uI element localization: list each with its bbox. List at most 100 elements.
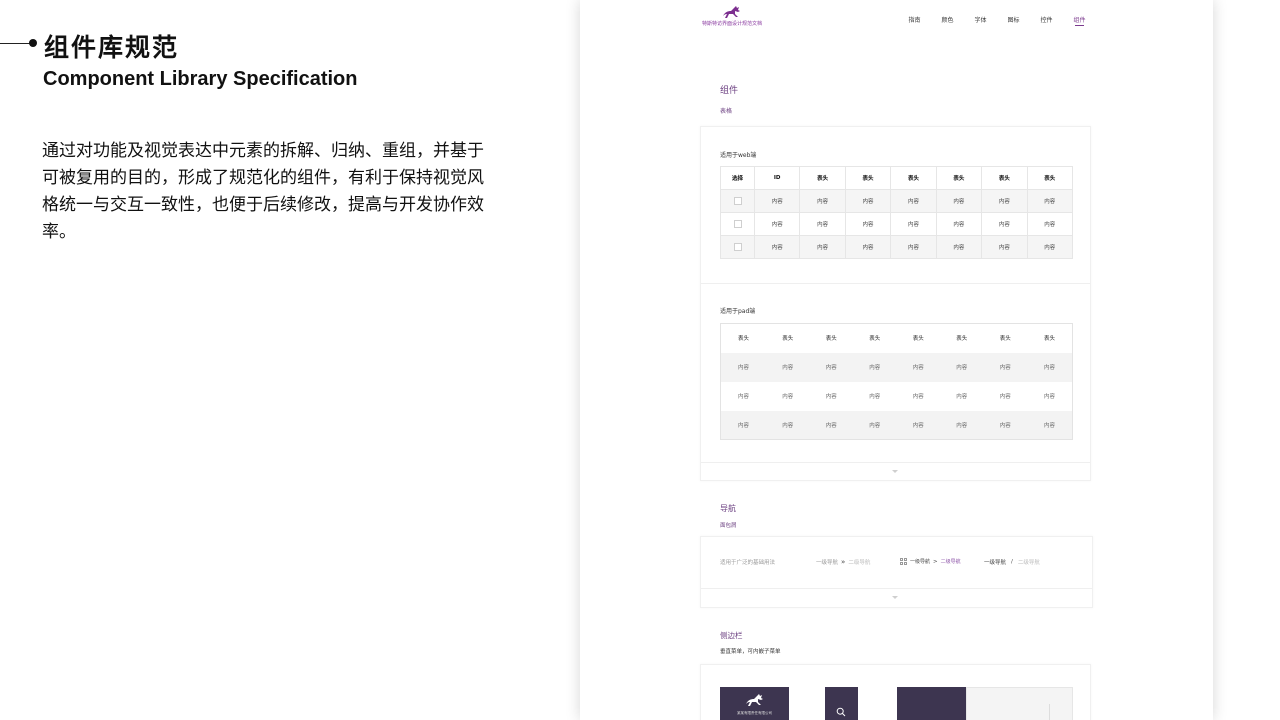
table-cell: 内容 [890, 189, 937, 213]
search-icon[interactable] [836, 707, 846, 717]
table-cell: 内容 [890, 212, 937, 236]
title-bullet [29, 39, 37, 47]
table-cell: 内容 [1043, 394, 1055, 400]
table-cell: 内容 [852, 410, 897, 440]
table-cell: 内容 [844, 235, 892, 259]
sidebar-section-title: 侧边栏 [720, 631, 743, 640]
web-header: 表头 [844, 166, 892, 190]
table-cell: 内容 [720, 352, 766, 382]
table-cell: 内容 [890, 235, 937, 259]
expand-chevron-icon[interactable] [892, 596, 898, 599]
table-row[interactable]: 内容 内容 内容 内容 内容 内容 内容 [720, 235, 1074, 259]
table-cell: 内容 [999, 394, 1011, 400]
crumb-level1[interactable]: 一级导航 [984, 558, 1006, 566]
nav-item-icon[interactable]: 图标 [997, 15, 1030, 24]
crumb-sep-gt: > [933, 558, 938, 565]
table-row[interactable]: 内容 内容 内容 内容 内容 内容 内容 内容 [720, 410, 1073, 440]
nav-item-guide[interactable]: 指南 [898, 15, 931, 24]
table-cell: 内容 [896, 352, 940, 382]
nav-item-color[interactable]: 颜色 [931, 15, 964, 24]
web-header-select: 选择 [720, 166, 755, 190]
sidebar-logo-text: 某某有限责任有限公司 [737, 711, 772, 715]
web-table-label: 适用于web端 [720, 152, 757, 159]
table-cell: 内容 [852, 352, 897, 382]
table-cell: 内容 [809, 352, 853, 382]
sidebar-section-desc: 垂直菜单，可内嵌子菜单 [720, 649, 781, 655]
nav-section-title: 导航 [720, 504, 736, 513]
horse-logo-icon [723, 6, 740, 18]
table-cell: 内容 [869, 394, 881, 400]
table-cell: 内容 [939, 410, 984, 440]
sidebar-preview-collapsed [825, 687, 858, 720]
table-cell: 内容 [765, 410, 810, 440]
nav-item-control[interactable]: 控件 [1030, 15, 1063, 24]
crumb-level2[interactable]: 二级导航 [848, 558, 870, 566]
table-footer-divider [701, 462, 1090, 463]
table-cell: 内容 [799, 212, 846, 236]
pad-table-label: 适用于pad端 [720, 308, 756, 315]
pad-header: 表头 [737, 336, 749, 343]
table-cell: 内容 [809, 410, 853, 440]
sidebar-preview-menu [897, 687, 966, 720]
table-cell: 内容 [1026, 410, 1073, 440]
web-header: 表头 [981, 166, 1028, 190]
pad-header: 表头 [999, 336, 1011, 343]
title-rule [0, 43, 30, 44]
breadcrumb-style-3: 一级导航 / 二级导航 [984, 558, 1040, 566]
table-cell: 内容 [983, 410, 1027, 440]
table-cell: 内容 [935, 189, 983, 213]
table-cell: 内容 [981, 235, 1028, 259]
table-row[interactable]: 内容 内容 内容 内容 内容 内容 内容 [720, 189, 1074, 213]
crumb-level2[interactable]: 二级导航 [1018, 558, 1040, 566]
submenu-divider [1049, 704, 1050, 720]
table-cell: 内容 [981, 189, 1028, 213]
crumb-level1[interactable]: 一级导航 [910, 558, 930, 565]
expand-chevron-icon[interactable] [892, 470, 898, 473]
table-cell: 内容 [782, 394, 794, 400]
sidebar-preview-submenu [966, 687, 1073, 720]
pad-header: 表头 [825, 336, 837, 343]
web-header: 表头 [935, 166, 983, 190]
breadcrumb-divider [701, 588, 1092, 589]
row-checkbox[interactable] [733, 220, 742, 228]
table-row[interactable]: 内容 内容 内容 内容 内容 内容 内容 [720, 212, 1074, 236]
web-header: 表头 [799, 166, 846, 190]
table-cell: 内容 [935, 212, 983, 236]
table-cell: 内容 [1026, 352, 1073, 382]
nav-item-font[interactable]: 字体 [964, 15, 997, 24]
mock-page: 特斯特访界面设计规范文档 指南 颜色 字体 图标 控件 组件 组件 表格 适用于… [580, 0, 1213, 720]
table-cell: 内容 [753, 189, 801, 213]
table-cell: 内容 [939, 352, 984, 382]
nav-item-component[interactable]: 组件 [1063, 15, 1096, 26]
web-header: 表头 [1026, 166, 1074, 190]
table-cell: 内容 [912, 394, 924, 400]
table-cell: 内容 [753, 212, 801, 236]
table-cell: 内容 [981, 212, 1028, 236]
table-cell: 内容 [844, 212, 892, 236]
row-checkbox[interactable] [733, 243, 742, 251]
page-description: 通过对功能及视觉表达中元素的拆解、归纳、重组，并基于可被复用的目的，形成了规范化… [42, 141, 484, 242]
horse-logo-icon [746, 694, 763, 706]
breadcrumb-usage: 适用于广泛的基础用法 [720, 558, 775, 566]
table-cell: 内容 [825, 394, 837, 400]
crumb-level1[interactable]: 一级导航 [816, 558, 838, 566]
table-row[interactable]: 内容 内容 内容 内容 内容 内容 内容 内容 [721, 382, 1073, 411]
crumb-level2[interactable]: 二级导航 [941, 558, 961, 565]
row-checkbox[interactable] [733, 197, 742, 205]
mock-logo[interactable]: 特斯特访界面设计规范文档 [702, 5, 762, 27]
pad-header: 表头 [782, 336, 794, 343]
crumb-sep-slash: / [1011, 559, 1013, 565]
crumb-sep-arrows: » [841, 558, 846, 566]
sidebar-preview-expanded: 某某有限责任有限公司 [720, 687, 789, 720]
web-header: 表头 [890, 166, 937, 190]
web-header-id: ID [753, 166, 801, 190]
grid-icon [900, 558, 907, 565]
table-cell: 内容 [896, 410, 940, 440]
pad-table: 表头 表头 表头 表头 表头 表头 表头 表头 内容 内容 内容 内容 内容 内… [720, 323, 1073, 440]
table-row[interactable]: 内容 内容 内容 内容 内容 内容 内容 内容 [720, 352, 1073, 382]
table-cell: 内容 [956, 394, 968, 400]
mock-top-nav: 指南 颜色 字体 图标 控件 组件 [898, 15, 1096, 26]
table-cell: 内容 [1026, 189, 1074, 213]
breadcrumb-usage-text: 适用于广泛的基础用法 [720, 560, 776, 566]
page-title: 组件库规范 [44, 33, 180, 62]
